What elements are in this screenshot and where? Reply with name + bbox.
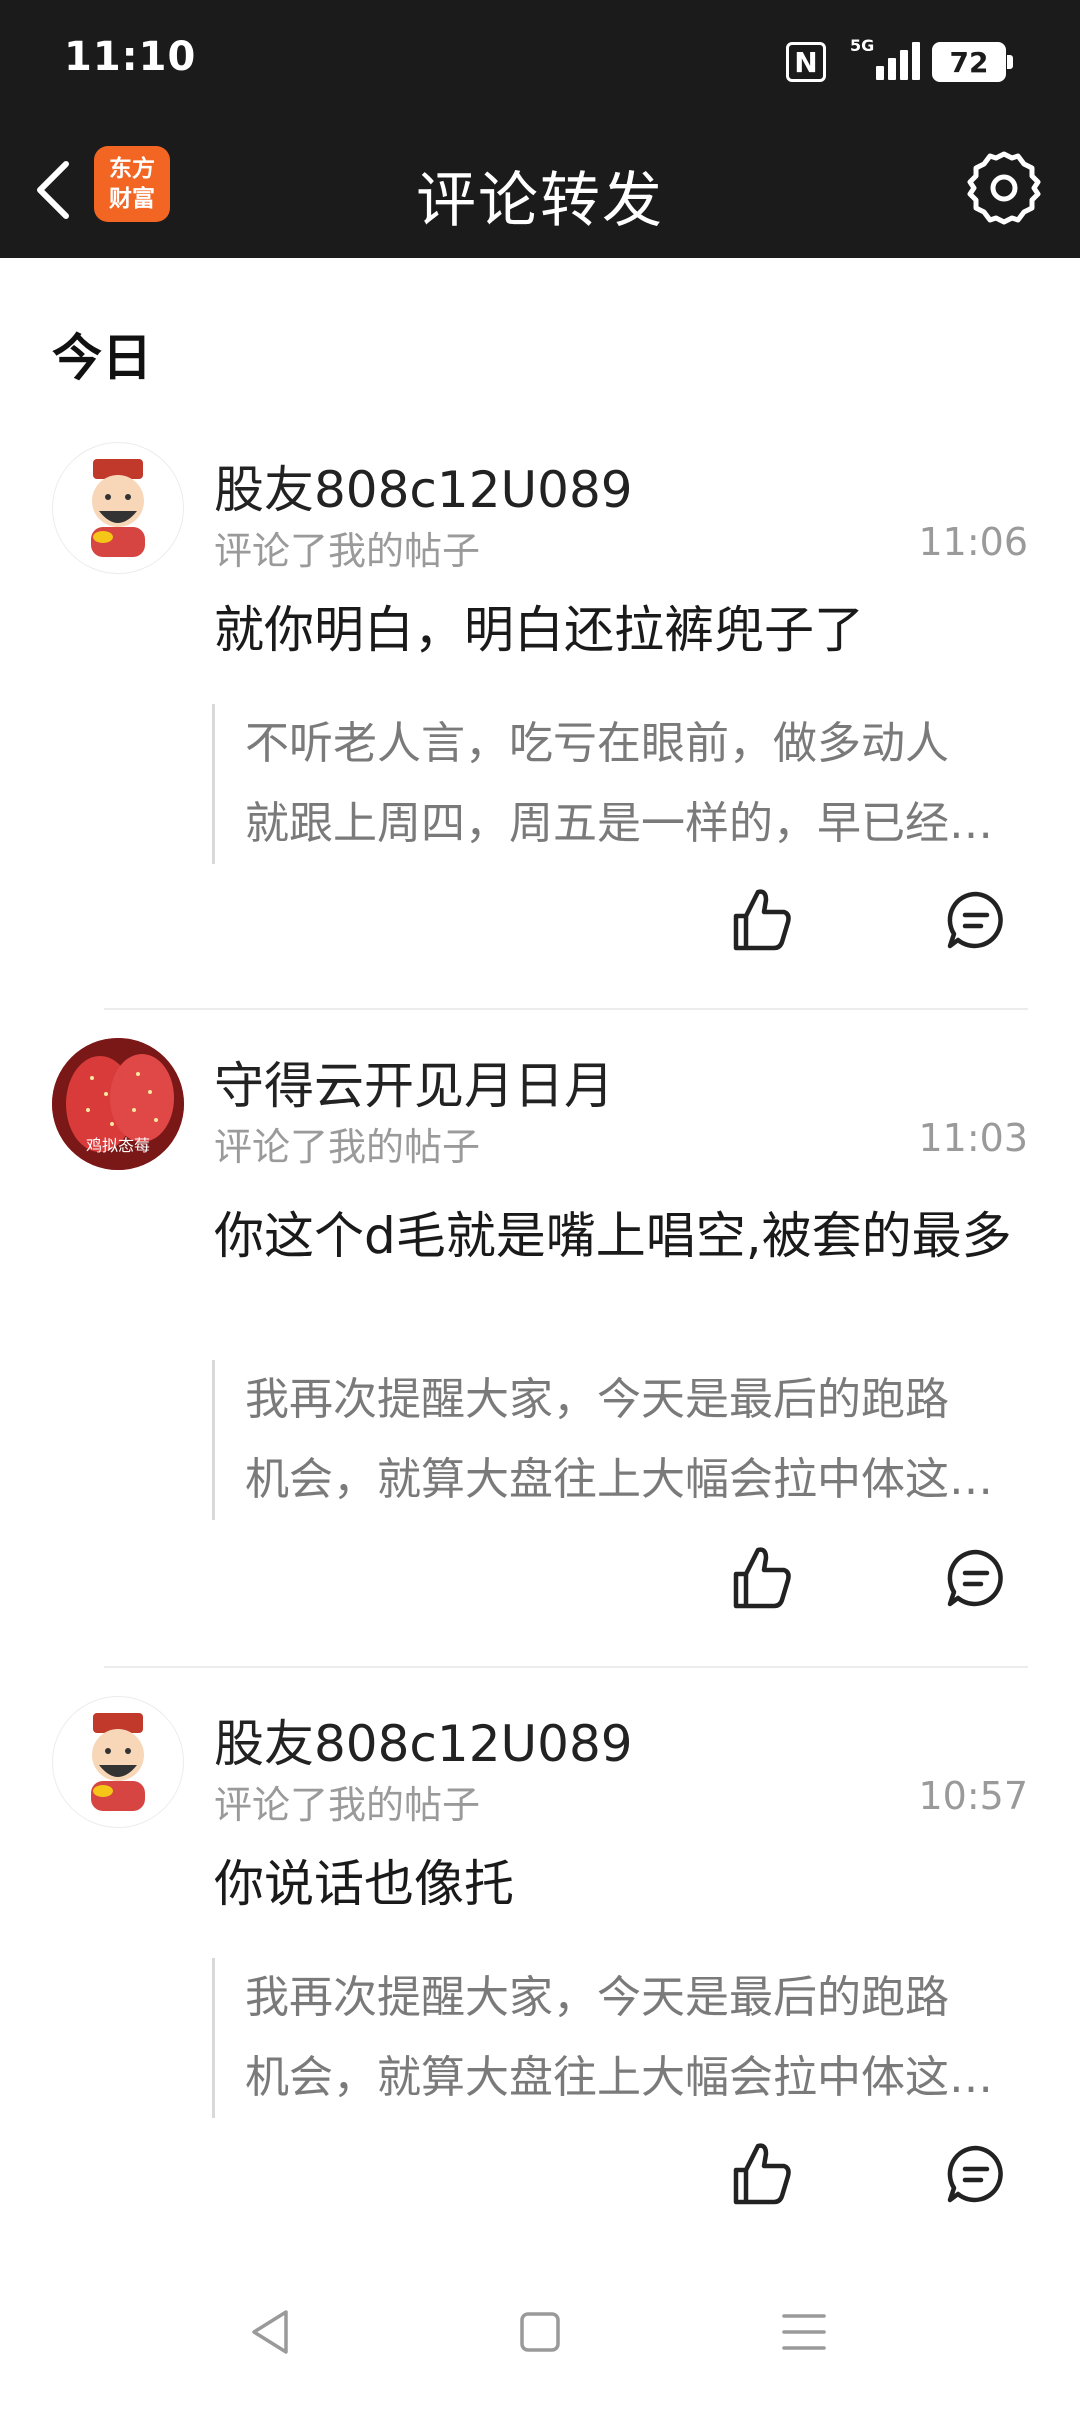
avatar[interactable] (52, 1696, 184, 1828)
username[interactable]: 守得云开见月日月 (214, 1046, 614, 1118)
nav-bar: 东方 财富 评论转发 (0, 124, 1080, 258)
comment-text: 你说话也像托 (214, 1855, 514, 1913)
gear-icon[interactable] (962, 146, 1046, 230)
action-text: 评论了我的帖子 (214, 1783, 481, 1827)
quoted-post[interactable]: 我再次提醒大家，今天是最后的跑路 机会，就算大盘往上大幅会拉中体这… (212, 1958, 1030, 2118)
quote-line: 机会，就算大盘往上大幅会拉中体这… (245, 2052, 993, 2103)
quote-line: 就跟上周四，周五是一样的，早已经… (245, 798, 993, 849)
signal-icon: 5G (842, 36, 920, 84)
status-time: 11:10 (64, 34, 197, 80)
thumbs-up-icon[interactable] (726, 884, 798, 956)
comment-text: 就你明白，明白还拉裤兜子了 (214, 601, 864, 659)
status-icons: N 5G 72 (786, 36, 1013, 88)
notification-item[interactable]: 鸡拟态莓 守得云开见月日月 评论了我的帖子 11:03 你这个d毛就是嘴上唱空,… (0, 1038, 1080, 1668)
menu-lines-icon[interactable] (774, 2302, 834, 2362)
username[interactable]: 股友808c12U089 (214, 450, 633, 522)
comment-icon[interactable] (944, 2142, 1008, 2206)
divider (104, 1008, 1028, 1010)
nfc-icon: N (786, 42, 826, 82)
network-label: 5G (850, 36, 875, 55)
notification-item[interactable]: 股友808c12U089 评论了我的帖子 10:57 你说话也像托 我再次提醒大… (0, 1696, 1080, 2264)
fortune-god-avatar-icon (91, 1713, 145, 1811)
system-nav-bar (0, 2262, 1080, 2412)
battery-level: 72 (949, 45, 989, 79)
comment-icon[interactable] (944, 888, 1008, 952)
action-text: 评论了我的帖子 (214, 1125, 481, 1169)
notification-item[interactable]: 股友808c12U089 评论了我的帖子 11:06 就你明白，明白还拉裤兜子了… (0, 442, 1080, 1010)
quote-line: 我再次提醒大家，今天是最后的跑路 (245, 1972, 949, 2023)
back-triangle-icon[interactable] (240, 2302, 300, 2362)
fortune-god-avatar-icon (91, 459, 145, 557)
status-bar: 11:10 N 5G 72 (0, 0, 1080, 124)
quote-line: 不听老人言，吃亏在眼前，做多动人 (245, 718, 949, 769)
avatar[interactable]: 鸡拟态莓 (52, 1038, 184, 1170)
quote-line: 机会，就算大盘往上大幅会拉中体这… (245, 1454, 993, 1505)
home-square-icon[interactable] (510, 2302, 570, 2362)
quote-line: 我再次提醒大家，今天是最后的跑路 (245, 1374, 949, 1425)
section-title-today: 今日 (52, 329, 152, 387)
timestamp: 11:06 (918, 520, 1028, 564)
battery-icon: 72 (932, 42, 1013, 82)
timestamp: 10:57 (918, 1774, 1028, 1818)
avatar-caption: 鸡拟态莓 (85, 1136, 150, 1155)
quoted-post[interactable]: 我再次提醒大家，今天是最后的跑路 机会，就算大盘往上大幅会拉中体这… (212, 1360, 1030, 1520)
action-text: 评论了我的帖子 (214, 529, 481, 573)
quoted-post[interactable]: 不听老人言，吃亏在眼前，做多动人 就跟上周四，周五是一样的，早已经… (212, 704, 1030, 864)
page-title: 评论转发 (416, 166, 664, 236)
timestamp: 11:03 (918, 1116, 1028, 1160)
comment-text: 你这个d毛就是嘴上唱空,被套的最多 (214, 1207, 1012, 1265)
thumbs-up-icon[interactable] (726, 2138, 798, 2210)
comment-icon[interactable] (944, 1546, 1008, 1610)
divider (104, 1666, 1028, 1668)
thumbs-up-icon[interactable] (726, 1542, 798, 1614)
avatar[interactable] (52, 442, 184, 574)
username[interactable]: 股友808c12U089 (214, 1704, 633, 1776)
